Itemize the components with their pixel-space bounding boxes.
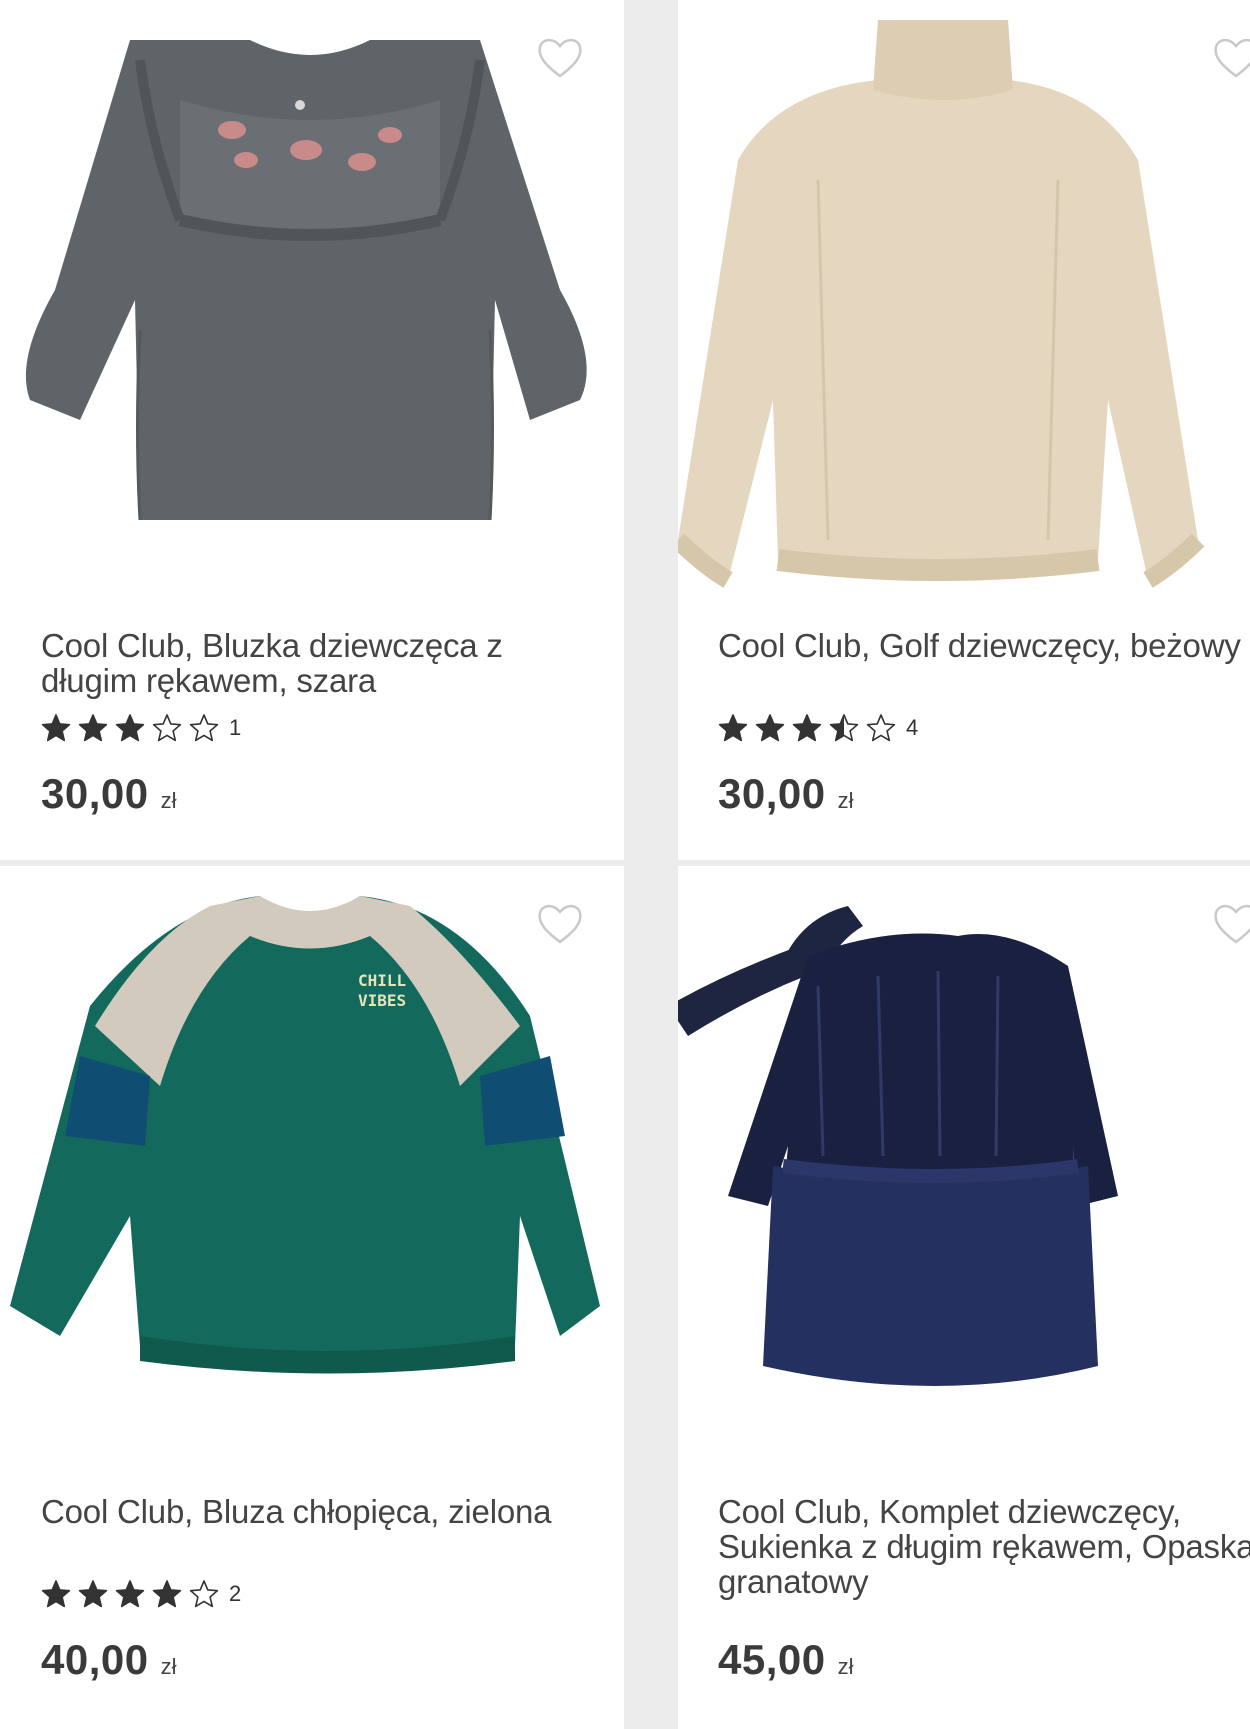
star-empty-icon bbox=[189, 713, 219, 743]
star-empty-icon bbox=[152, 713, 182, 743]
price-currency: zł bbox=[837, 788, 854, 813]
product-image[interactable] bbox=[678, 866, 1250, 1476]
price-currency: zł bbox=[837, 1654, 854, 1679]
product-image[interactable] bbox=[678, 0, 1250, 610]
print-line-2: VIBES bbox=[358, 991, 406, 1010]
star-filled-icon bbox=[78, 1579, 108, 1609]
product-price: 45,00 zł bbox=[718, 1636, 854, 1684]
rating-count: 4 bbox=[906, 715, 919, 740]
price-currency: zł bbox=[160, 788, 177, 813]
price-currency: zł bbox=[160, 1654, 177, 1679]
product-card[interactable]: CHILL VIBES Cool Club, Bluza chłopięca, … bbox=[0, 866, 624, 1729]
star-filled-icon bbox=[41, 713, 71, 743]
product-price: 30,00 zł bbox=[41, 770, 177, 818]
price-amount: 40,00 bbox=[41, 1636, 149, 1683]
heart-icon[interactable] bbox=[1212, 900, 1250, 946]
star-half-icon bbox=[829, 713, 859, 743]
star-filled-icon bbox=[792, 713, 822, 743]
product-title[interactable]: Cool Club, Komplet dziewczęcy, Sukienka … bbox=[718, 1494, 1250, 1599]
star-empty-icon bbox=[189, 1579, 219, 1609]
print-line-1: CHILL bbox=[358, 971, 406, 990]
product-price: 40,00 zł bbox=[41, 1636, 177, 1684]
product-card[interactable]: Cool Club, Golf dziewczęcy, beżowy 4 30,… bbox=[678, 0, 1250, 860]
price-amount: 45,00 bbox=[718, 1636, 826, 1683]
product-image[interactable] bbox=[0, 0, 624, 610]
star-filled-icon bbox=[718, 713, 748, 743]
heart-icon[interactable] bbox=[536, 34, 584, 80]
star-filled-icon bbox=[755, 713, 785, 743]
product-card[interactable]: Cool Club, Komplet dziewczęcy, Sukienka … bbox=[678, 866, 1250, 1729]
heart-icon[interactable] bbox=[1212, 34, 1250, 80]
product-price: 30,00 zł bbox=[718, 770, 854, 818]
product-rating: 2 bbox=[41, 1579, 241, 1609]
star-filled-icon bbox=[115, 713, 145, 743]
star-filled-icon bbox=[152, 1579, 182, 1609]
product-title[interactable]: Cool Club, Bluzka dziewczęca z długim rę… bbox=[41, 628, 561, 698]
star-empty-icon bbox=[866, 713, 896, 743]
product-title[interactable]: Cool Club, Golf dziewczęcy, beżowy bbox=[718, 628, 1250, 663]
rating-count: 2 bbox=[229, 1581, 242, 1606]
star-filled-icon bbox=[78, 713, 108, 743]
product-title[interactable]: Cool Club, Bluza chłopięca, zielona bbox=[41, 1494, 561, 1529]
heart-icon[interactable] bbox=[536, 900, 584, 946]
price-amount: 30,00 bbox=[41, 770, 149, 817]
price-amount: 30,00 bbox=[718, 770, 826, 817]
rating-count: 1 bbox=[229, 715, 242, 740]
product-card[interactable]: Cool Club, Bluzka dziewczęca z długim rę… bbox=[0, 0, 624, 860]
star-filled-icon bbox=[41, 1579, 71, 1609]
product-rating: 4 bbox=[718, 713, 918, 743]
product-rating: 1 bbox=[41, 713, 241, 743]
star-filled-icon bbox=[115, 1579, 145, 1609]
product-image[interactable]: CHILL VIBES bbox=[0, 866, 624, 1476]
